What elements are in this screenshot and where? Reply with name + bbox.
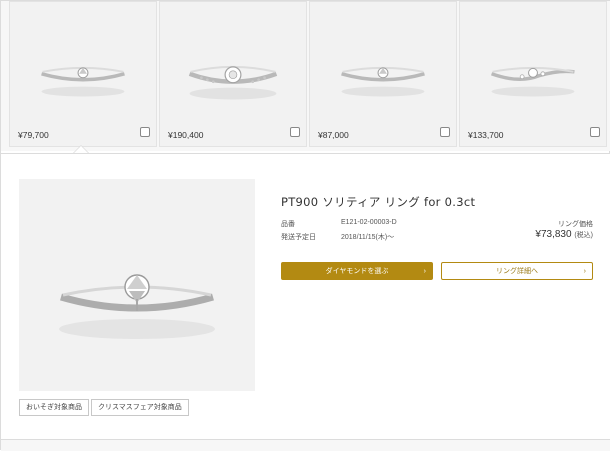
chevron-right-icon: ›	[423, 268, 426, 275]
chevron-right-icon: ›	[583, 268, 586, 275]
ring-price: ¥87,000	[318, 130, 349, 140]
ring-detail-image	[19, 179, 255, 391]
ring-price: ¥133,700	[468, 130, 504, 140]
ring-selector: ¥79,700 ¥190,400 ¥87,000 ¥133,700 おいそぎ対象…	[0, 0, 610, 451]
compare-checkbox[interactable]	[290, 127, 300, 137]
ring-price-value: ¥73,830 (税込)	[535, 229, 593, 240]
tag-quick-ship: おいそぎ対象商品	[19, 399, 89, 416]
ring-price: ¥79,700	[18, 130, 49, 140]
ring-card[interactable]: ¥133,700	[459, 1, 607, 147]
compare-checkbox[interactable]	[140, 127, 150, 137]
ship-date-row: 発送予定日 2018/11/15(木)〜	[281, 232, 394, 242]
ship-date-value: 2018/11/15(木)〜	[341, 234, 395, 241]
ring-image	[41, 66, 125, 97]
tax-note: (税込)	[574, 232, 593, 239]
ring-price-label: リング価格	[558, 221, 593, 228]
product-number-value: E121-02-00003-D	[341, 219, 397, 226]
product-number-row: 品番 E121-02-00003-D	[281, 219, 397, 229]
tag-christmas-fair: クリスマスフェア対象商品	[91, 399, 189, 416]
price-amount: ¥73,830	[535, 229, 572, 240]
ring-image	[341, 66, 425, 97]
ring-image	[188, 65, 278, 100]
product-number-label: 品番	[281, 221, 295, 228]
compare-checkbox[interactable]	[590, 127, 600, 137]
ring-card[interactable]: ¥87,000	[309, 1, 457, 147]
bottom-strip	[1, 440, 610, 451]
ring-card[interactable]: ¥79,700	[9, 1, 157, 147]
ring-details-button[interactable]: リング詳細へ ›	[441, 262, 593, 280]
ring-grid: ¥79,700 ¥190,400 ¥87,000 ¥133,700	[1, 1, 610, 154]
choose-diamond-label: ダイヤモンドを選ぶ	[325, 268, 389, 275]
product-title: PT900 ソリティア リング for 0.3ct	[281, 195, 476, 209]
ship-date-label: 発送予定日	[281, 234, 316, 241]
ring-price: ¥190,400	[168, 130, 204, 140]
ring-card[interactable]: ¥190,400	[159, 1, 307, 147]
compare-checkbox[interactable]	[440, 127, 450, 137]
ring-details-label: リング詳細へ	[496, 268, 538, 275]
ring-image	[490, 66, 575, 97]
ring-detail-panel: おいそぎ対象商品 クリスマスフェア対象商品 PT900 ソリティア リング fo…	[1, 153, 610, 440]
choose-diamond-button[interactable]: ダイヤモンドを選ぶ ›	[281, 262, 433, 280]
